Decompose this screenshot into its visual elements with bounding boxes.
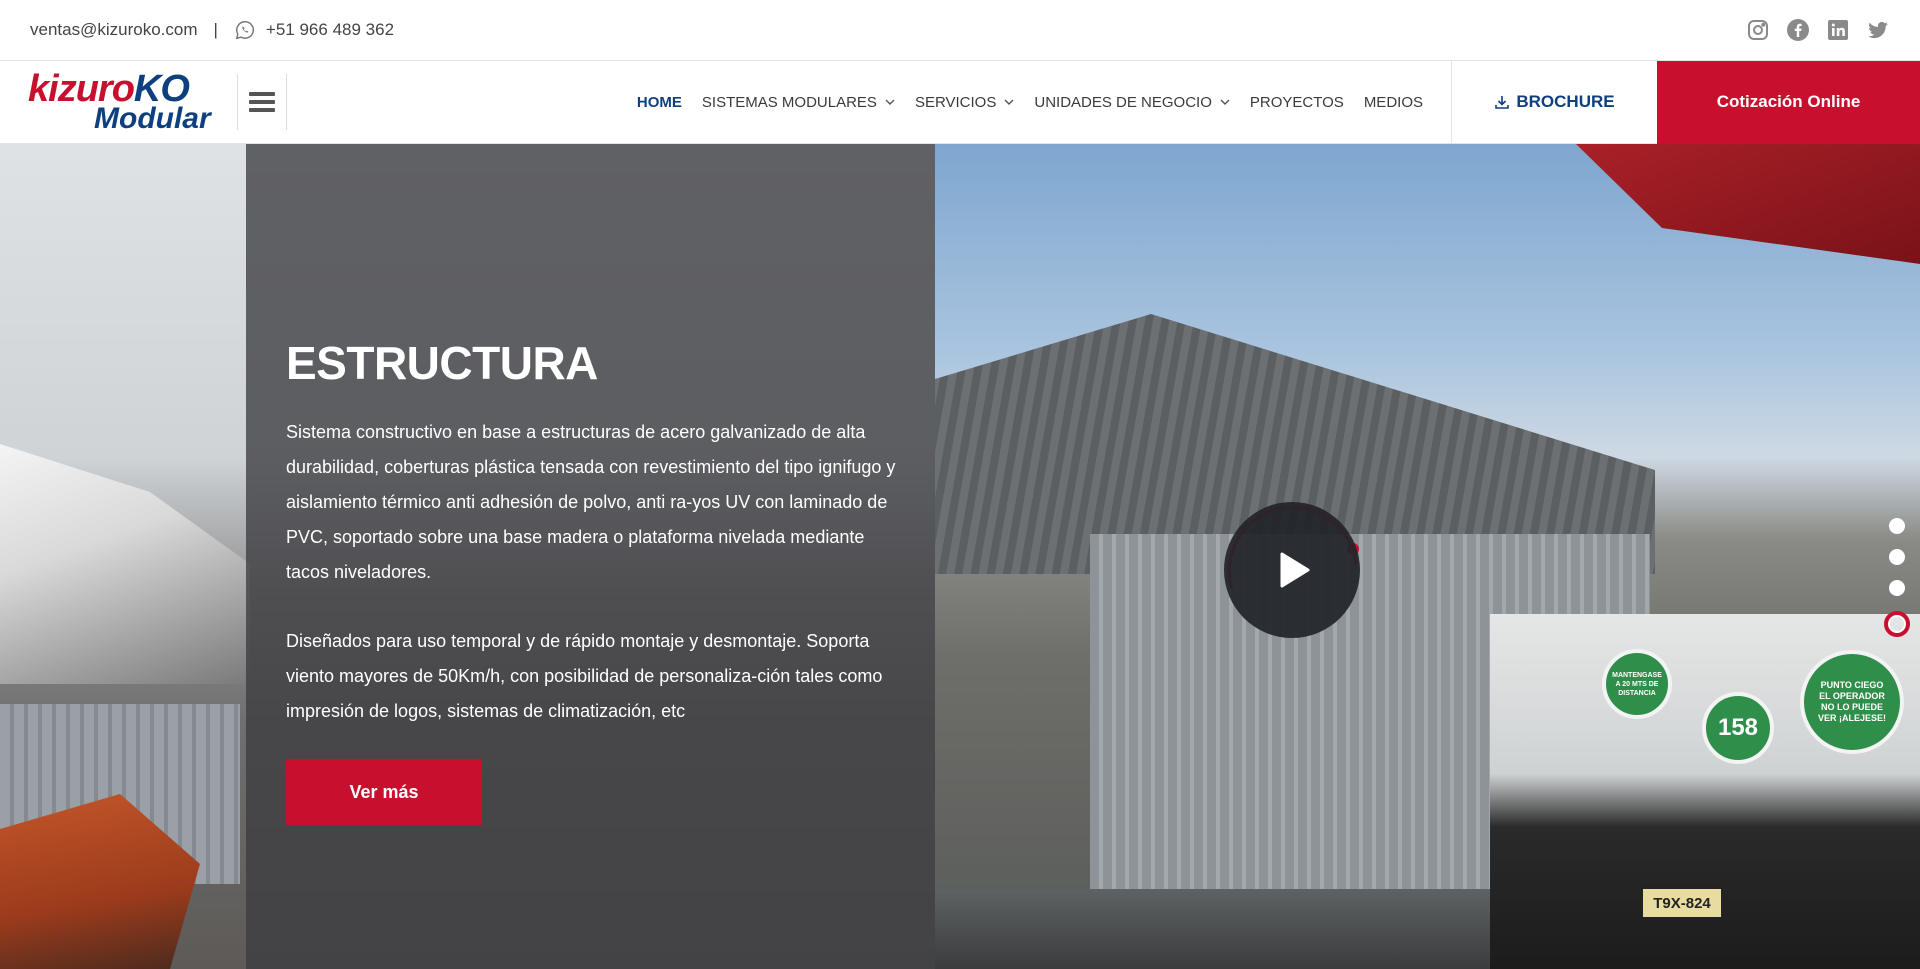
- slider-dot-4-active[interactable]: [1884, 611, 1910, 637]
- social-links: [1746, 18, 1890, 42]
- slider-dot-1[interactable]: [1889, 518, 1905, 534]
- chevron-down-icon: [1004, 99, 1014, 105]
- contact-info: ventas@kizuroko.com | +51 966 489 362: [30, 19, 394, 41]
- play-video-button[interactable]: [1224, 502, 1360, 638]
- main-header: kizuro KO Modular HOME SISTEMAS MODULARES…: [0, 60, 1920, 144]
- nav-label: MEDIOS: [1363, 93, 1423, 111]
- nav-item-medios[interactable]: MEDIOS: [1354, 61, 1433, 144]
- phone-number: +51 966 489 362: [265, 20, 395, 39]
- sign-text: 158: [1717, 714, 1759, 741]
- nav-label: HOME: [636, 93, 682, 111]
- main-nav: HOME SISTEMAS MODULARES SERVICIOS UNIDAD…: [627, 61, 1433, 144]
- brochure-label: BROCHURE: [1516, 92, 1615, 111]
- nav-item-home[interactable]: HOME: [627, 61, 692, 144]
- hero-slider: MANTENGASE A 20 MTS DE DISTANCIA 158 PUN…: [0, 144, 1920, 969]
- twitter-icon[interactable]: [1866, 18, 1890, 42]
- nav-label: PROYECTOS: [1249, 93, 1344, 111]
- facebook-icon[interactable]: [1786, 18, 1810, 42]
- truck-sign-blind-spot: PUNTO CIEGO EL OPERADOR NO LO PUEDE VER …: [1800, 650, 1904, 754]
- download-icon: [1495, 96, 1510, 109]
- hero-paragraph-2: Diseñados para uso temporal y de rápido …: [286, 631, 883, 721]
- truck-sign-distance: MANTENGASE A 20 MTS DE DISTANCIA: [1602, 649, 1672, 719]
- hamburger-icon: [249, 92, 275, 112]
- nav-label: UNIDADES DE NEGOCIO: [1034, 93, 1212, 111]
- nav-label: SISTEMAS MODULARES: [701, 93, 877, 111]
- slider-dot-3[interactable]: [1889, 580, 1905, 596]
- chevron-down-icon: [1220, 99, 1230, 105]
- slider-pagination: [1884, 518, 1910, 637]
- hamburger-menu-button[interactable]: [237, 74, 287, 130]
- play-icon: [1280, 552, 1310, 588]
- top-bar: ventas@kizuroko.com | +51 966 489 362: [0, 0, 1920, 61]
- sign-text: MANTENGASE A 20 MTS DE DISTANCIA: [1612, 671, 1662, 697]
- contact-separator: |: [213, 20, 218, 39]
- truck-license-plate: T9X-824: [1641, 887, 1723, 919]
- nav-item-sistemas-modulares[interactable]: SISTEMAS MODULARES: [692, 61, 905, 144]
- logo-subtitle: Modular: [94, 102, 211, 135]
- instagram-icon[interactable]: [1746, 18, 1770, 42]
- nav-item-servicios[interactable]: SERVICIOS: [905, 61, 1024, 144]
- email-link[interactable]: ventas@kizuroko.com: [30, 20, 198, 40]
- whatsapp-icon: [235, 21, 254, 40]
- phone-link[interactable]: +51 966 489 362: [234, 19, 394, 41]
- slider-dot-2[interactable]: [1889, 549, 1905, 565]
- hero-paragraph-1: Sistema constructivo en base a estructur…: [286, 422, 896, 582]
- nav-label: SERVICIOS: [914, 93, 997, 111]
- hero-content-panel: ESTRUCTURA Sistema constructivo en base …: [246, 144, 935, 969]
- ver-mas-label: Ver más: [349, 781, 419, 802]
- nav-item-unidades-de-negocio[interactable]: UNIDADES DE NEGOCIO: [1024, 61, 1240, 144]
- hero-title: ESTRUCTURA: [286, 337, 598, 389]
- logo[interactable]: kizuro KO Modular: [0, 61, 215, 144]
- ver-mas-button[interactable]: Ver más: [286, 759, 482, 825]
- linkedin-icon[interactable]: [1826, 18, 1850, 42]
- cotizacion-online-button[interactable]: Cotización Online: [1657, 60, 1920, 144]
- nav-item-proyectos[interactable]: PROYECTOS: [1240, 61, 1354, 144]
- truck-sign-number: 158: [1702, 692, 1774, 764]
- sign-text: PUNTO CIEGO EL OPERADOR NO LO PUEDE VER …: [1817, 680, 1886, 723]
- chevron-down-icon: [885, 99, 895, 105]
- brochure-download-button[interactable]: BROCHURE: [1451, 60, 1657, 144]
- plate-text: T9X-824: [1653, 894, 1711, 912]
- cotizacion-label: Cotización Online: [1716, 92, 1861, 111]
